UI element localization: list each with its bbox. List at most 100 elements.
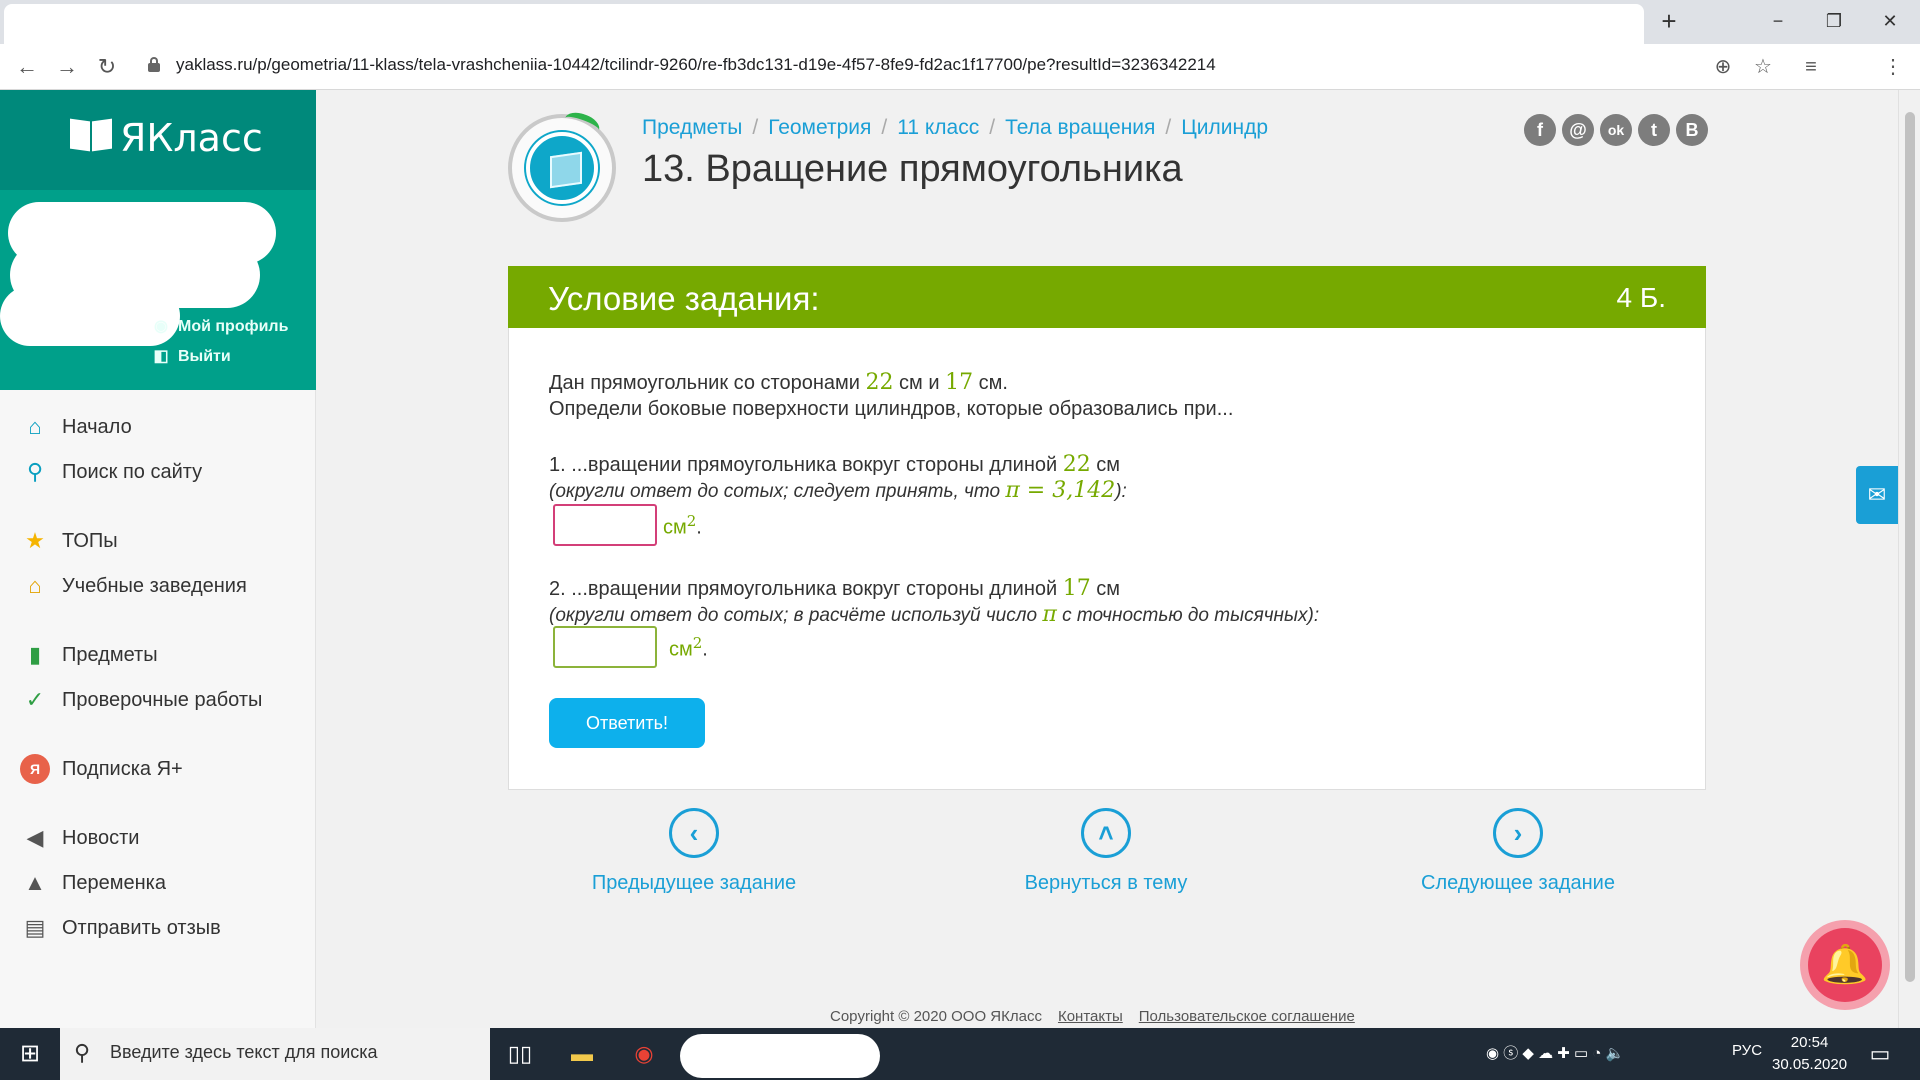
chevron-right-icon: › <box>1493 808 1543 858</box>
windows-taskbar: ⊞ ⚲ Введите здесь текст для поиска ▯▯ ▬ … <box>0 1028 1920 1080</box>
chevron-up-icon: ˄ <box>1081 808 1131 858</box>
facebook-icon[interactable]: f <box>1524 114 1556 146</box>
question-1-text: 1. ...вращении прямоугольника вокруг сто… <box>549 452 1121 477</box>
mail-feedback-icon[interactable]: ✉ <box>1856 466 1898 524</box>
minimize-button[interactable]: − <box>1758 4 1798 38</box>
question-2-text: 2. ...вращении прямоугольника вокруг сто… <box>549 576 1121 601</box>
breadcrumb-topic[interactable]: Тела вращения <box>1005 116 1155 139</box>
taskbar-search-placeholder: Введите здесь текст для поиска <box>110 1042 378 1062</box>
home-icon: ⌂ <box>28 414 42 439</box>
browser-tabbar: + − ❐ ✕ <box>0 0 1920 44</box>
chrome-icon[interactable]: ◉ <box>624 1036 664 1072</box>
page-title: 13. Вращение прямоугольника <box>642 148 1183 190</box>
breadcrumb: Предметы / Геометрия/11 класс / Тела вращени… <box>642 116 1269 139</box>
logout-link[interactable]: ◧ Выйти <box>152 346 230 366</box>
forward-button[interactable]: → <box>52 52 82 82</box>
search-icon: ⚲ <box>26 459 44 484</box>
breadcrumb-subtopic[interactable]: Цилиндр <box>1181 116 1268 139</box>
close-window-button[interactable]: ✕ <box>1870 4 1910 38</box>
input-language[interactable]: РУС <box>1732 1042 1762 1059</box>
new-tab-button[interactable]: + <box>1654 6 1684 36</box>
breadcrumb-geometry[interactable]: Геометрия <box>768 116 871 139</box>
copyright: Copyright © 2020 ООО ЯКласс <box>830 1008 1042 1025</box>
vk-icon[interactable]: B <box>1676 114 1708 146</box>
task-header: Условие задания: 4 Б. <box>508 266 1706 328</box>
sidebar-item-schools[interactable]: ⌂ Учебные заведения <box>20 569 246 603</box>
sidebar-item-break[interactable]: ▲ Переменка <box>20 866 166 900</box>
taskbar-search[interactable]: ⚲ Введите здесь текст для поиска <box>60 1028 490 1080</box>
scrollbar-thumb[interactable] <box>1905 112 1915 982</box>
browser-tab-redacted[interactable] <box>4 4 1644 44</box>
email-share-icon[interactable]: @ <box>1562 114 1594 146</box>
user-agreement-link[interactable]: Пользовательское соглашение <box>1139 1008 1355 1025</box>
redacted-taskbar-app[interactable] <box>680 1034 880 1078</box>
odnoklassniki-icon[interactable]: ok <box>1600 114 1632 146</box>
answer-2-unit: см2. <box>669 634 708 661</box>
bookmark-star-icon[interactable]: ☆ <box>1748 52 1778 82</box>
task-title: Условие задания: <box>548 280 820 317</box>
subscription-icon: Я <box>20 754 50 784</box>
sidebar-item-tests[interactable]: ✓ Проверочные работы <box>20 683 263 717</box>
task-statement: Дан прямоугольник со сторонами 22 см и 1… <box>549 370 1008 395</box>
sidebar-item-feedback[interactable]: ▤ Отправить отзыв <box>20 911 221 945</box>
question-2-hint: (округли ответ до сотых; в расчёте испол… <box>549 602 1320 627</box>
notification-center-icon[interactable]: ▭ <box>1860 1036 1900 1072</box>
submit-answer-button[interactable]: Ответить! <box>549 698 705 748</box>
next-task-link[interactable]: › Следующее задание <box>1388 808 1648 895</box>
back-to-topic-link[interactable]: ˄ Вернуться в тему <box>976 808 1236 895</box>
exercise-progress-badge <box>508 108 616 222</box>
bell-icon: 🔔 <box>1808 928 1882 1002</box>
comment-icon: ▤ <box>24 915 46 940</box>
task-body: Дан прямоугольник со сторонами 22 см и 1… <box>508 328 1706 790</box>
browser-menu-icon[interactable]: ⋮ <box>1878 52 1908 82</box>
task-points: 4 Б. <box>1616 282 1666 313</box>
my-profile-link[interactable]: ◉ Мой профиль <box>152 316 288 336</box>
file-explorer-icon[interactable]: ▬ <box>562 1036 602 1072</box>
check-circle-icon: ✓ <box>25 687 45 712</box>
back-button[interactable]: ← <box>12 52 42 82</box>
sidebar: ЯКласс ◉ Мой профиль ◧ Выйти ⌂ Начало ⚲ Поис… <box>0 90 316 1028</box>
windows-start-icon[interactable]: ⊞ <box>14 1038 46 1070</box>
question-1-hint: (округли ответ до сотых; следует принять… <box>549 478 1127 503</box>
footer: Copyright © 2020 ООО ЯКласс Контакты Польз… <box>830 1008 1355 1025</box>
book-logo-icon <box>70 118 114 152</box>
answer-2-input[interactable] <box>553 626 657 668</box>
brand-name: ЯКласс <box>120 116 263 160</box>
sidebar-item-home[interactable]: ⌂ Начало <box>20 410 131 444</box>
brand-header[interactable]: ЯКласс <box>0 90 316 190</box>
user-icon: ◉ <box>154 318 168 335</box>
breadcrumb-subjects[interactable]: Предметы <box>642 116 742 139</box>
address-bar[interactable]: yaklass.ru/p/geometria/11-klass/tela-vra… <box>176 55 1216 75</box>
system-tray-icons[interactable]: ◉ ⓢ ◆ ☁ ✚ ▭ ◔ 🔈 <box>1486 1042 1624 1063</box>
clock[interactable]: 20:54 30.05.2020 <box>1772 1032 1847 1076</box>
sidebar-item-tops[interactable]: ★ ТОПы <box>20 524 118 558</box>
reload-button[interactable]: ↻ <box>92 52 122 82</box>
books-icon: ▮ <box>28 642 42 667</box>
search-icon: ⚲ <box>74 1040 91 1065</box>
install-icon[interactable]: ⊕ <box>1708 52 1738 82</box>
page-scrollbar[interactable] <box>1898 90 1920 1028</box>
sidebar-item-subjects[interactable]: ▮ Предметы <box>20 638 158 672</box>
megaphone-icon: ◀ <box>26 825 44 850</box>
chevron-left-icon: ‹ <box>669 808 719 858</box>
answer-1-unit: см2. <box>663 512 702 539</box>
exit-icon: ◧ <box>153 348 169 365</box>
profile-panel: ◉ Мой профиль ◧ Выйти <box>0 190 316 390</box>
answer-1-input[interactable] <box>553 504 657 546</box>
cube-icon <box>526 132 598 204</box>
school-icon: ⌂ <box>28 573 42 598</box>
task-question: Определи боковые поверхности цилиндров, … <box>549 398 1234 420</box>
lock-icon[interactable] <box>148 57 160 73</box>
task-view-icon[interactable]: ▯▯ <box>500 1036 540 1072</box>
prev-task-link[interactable]: ‹ Предыдущее задание <box>564 808 824 895</box>
sidebar-item-news[interactable]: ◀ Новости <box>20 821 140 855</box>
maximize-button[interactable]: ❐ <box>1814 4 1854 38</box>
contacts-link[interactable]: Контакты <box>1058 1008 1123 1025</box>
twitter-icon[interactable]: t <box>1638 114 1670 146</box>
breadcrumb-grade[interactable]: 11 класс <box>897 116 979 139</box>
notifications-button[interactable]: 🔔 <box>1800 920 1890 1010</box>
media-control-icon[interactable]: ≡ <box>1796 52 1826 82</box>
sidebar-item-subscription[interactable]: Я Подписка Я+ <box>20 752 183 786</box>
star-icon: ★ <box>25 528 45 553</box>
sidebar-item-search[interactable]: ⚲ Поиск по сайту <box>20 455 202 489</box>
